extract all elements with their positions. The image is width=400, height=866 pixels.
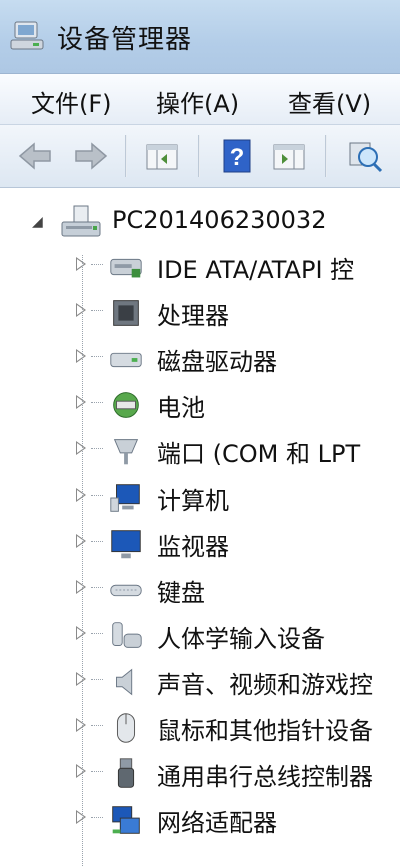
tree-guide-line: [91, 587, 103, 588]
expand-icon[interactable]: [76, 488, 86, 502]
svg-text:?: ?: [230, 144, 245, 171]
expand-icon[interactable]: [76, 626, 86, 640]
menu-bar: 文件(F) 操作(A) 查看(V): [0, 74, 400, 125]
forward-arrow-icon[interactable]: [72, 137, 110, 175]
tree-node-label: 监视器: [157, 533, 229, 561]
expand-icon[interactable]: [76, 257, 86, 271]
tree-node-label: 端口 (COM 和 LPT: [157, 440, 361, 468]
console-tree-icon[interactable]: [143, 137, 181, 175]
tree-guide-line: [91, 725, 103, 726]
expand-icon[interactable]: [76, 303, 86, 317]
monitor-icon: [111, 530, 141, 559]
expand-icon[interactable]: [76, 580, 86, 594]
tree-guide-line: [91, 310, 103, 311]
tree-guide-line: [91, 448, 103, 449]
menu-view[interactable]: 查看(V): [288, 84, 371, 119]
tree-node-label: 磁盘驱动器: [157, 348, 277, 376]
tree-node[interactable]: 通用串行总线控制器: [0, 753, 400, 797]
tree-node-label: IDE ATA/ATAPI 控: [157, 256, 355, 284]
help-icon[interactable]: ?: [218, 137, 256, 175]
tree-guide-line: [91, 679, 103, 680]
ide-controller-icon: [110, 258, 142, 278]
tree-node-label: 计算机: [157, 487, 229, 515]
computer-root-icon: [61, 205, 101, 237]
tree-node-label: 声音、视频和游戏控: [157, 671, 373, 699]
tree-node[interactable]: 计算机: [0, 477, 400, 521]
port-icon: [113, 439, 139, 465]
tree-guide-line: [91, 771, 103, 772]
expand-icon[interactable]: [76, 764, 86, 778]
keyboard-icon: [110, 584, 142, 597]
tree-guide-line: [91, 402, 103, 403]
tree-node-label: 处理器: [157, 302, 229, 330]
collapse-icon[interactable]: ◢: [32, 214, 43, 230]
scan-hardware-icon[interactable]: [346, 137, 384, 175]
tree-root[interactable]: ◢ PC201406230032: [0, 200, 400, 244]
tree-node[interactable]: 处理器: [0, 292, 400, 336]
tree-node[interactable]: 键盘: [0, 569, 400, 613]
device-tree: ◢ PC201406230032 IDE ATA/ATAPI 控处理器磁盘驱动器…: [0, 188, 400, 866]
mouse-icon: [116, 713, 136, 743]
tree-node-label: 网络适配器: [157, 809, 277, 837]
tree-guide-line: [91, 817, 103, 818]
expand-icon[interactable]: [76, 441, 86, 455]
expand-icon[interactable]: [76, 672, 86, 686]
toolbar-separator: [125, 135, 127, 177]
expand-icon[interactable]: [76, 534, 86, 548]
tree-node[interactable]: 人体学输入设备: [0, 615, 400, 659]
device-manager-icon: [10, 21, 44, 50]
tree-node-label: 键盘: [157, 579, 205, 607]
tree-node[interactable]: 鼠标和其他指针设备: [0, 707, 400, 751]
expand-icon[interactable]: [76, 349, 86, 363]
tree-guide-line: [91, 495, 103, 496]
tree-node[interactable]: 端口 (COM 和 LPT: [0, 430, 400, 474]
processor-icon: [113, 300, 139, 326]
tree-node-label: 鼠标和其他指针设备: [157, 717, 373, 745]
expand-icon[interactable]: [76, 810, 86, 824]
tree-node[interactable]: 磁盘驱动器: [0, 338, 400, 382]
title-bar: 设备管理器: [0, 0, 400, 74]
sound-icon: [116, 668, 133, 696]
toolbar: ?: [0, 125, 400, 188]
tree-node-label: 电池: [157, 394, 205, 422]
menu-file[interactable]: 文件(F): [31, 84, 112, 119]
window-title: 设备管理器: [57, 25, 193, 55]
expand-icon[interactable]: [76, 718, 86, 732]
usb-icon: [117, 758, 135, 788]
expand-icon[interactable]: [76, 395, 86, 409]
tree-node[interactable]: 网络适配器: [0, 799, 400, 843]
hid-icon: [112, 622, 142, 648]
network-adapter-icon: [112, 806, 140, 834]
tree-guide-line: [91, 264, 103, 265]
computer-icon: [110, 484, 140, 512]
root-label: PC201406230032: [112, 206, 327, 234]
tree-node-label: 人体学输入设备: [157, 625, 325, 653]
tree-node[interactable]: 监视器: [0, 523, 400, 567]
toolbar-separator: [198, 135, 200, 177]
tree-node[interactable]: IDE ATA/ATAPI 控: [0, 246, 400, 290]
tree-node[interactable]: 声音、视频和游戏控: [0, 661, 400, 705]
tree-guide-line: [91, 633, 103, 634]
toolbar-separator: [325, 135, 327, 177]
tree-node-label: 通用串行总线控制器: [157, 763, 373, 791]
tree-guide-line: [91, 356, 103, 357]
tree-guide-line: [82, 255, 83, 866]
back-arrow-icon[interactable]: [16, 137, 54, 175]
tree-guide-line: [91, 541, 103, 542]
disk-drive-icon: [110, 352, 142, 368]
action-pane-icon[interactable]: [270, 137, 308, 175]
tree-node[interactable]: 电池: [0, 384, 400, 428]
battery-icon: [113, 392, 139, 418]
menu-action[interactable]: 操作(A): [156, 84, 239, 119]
